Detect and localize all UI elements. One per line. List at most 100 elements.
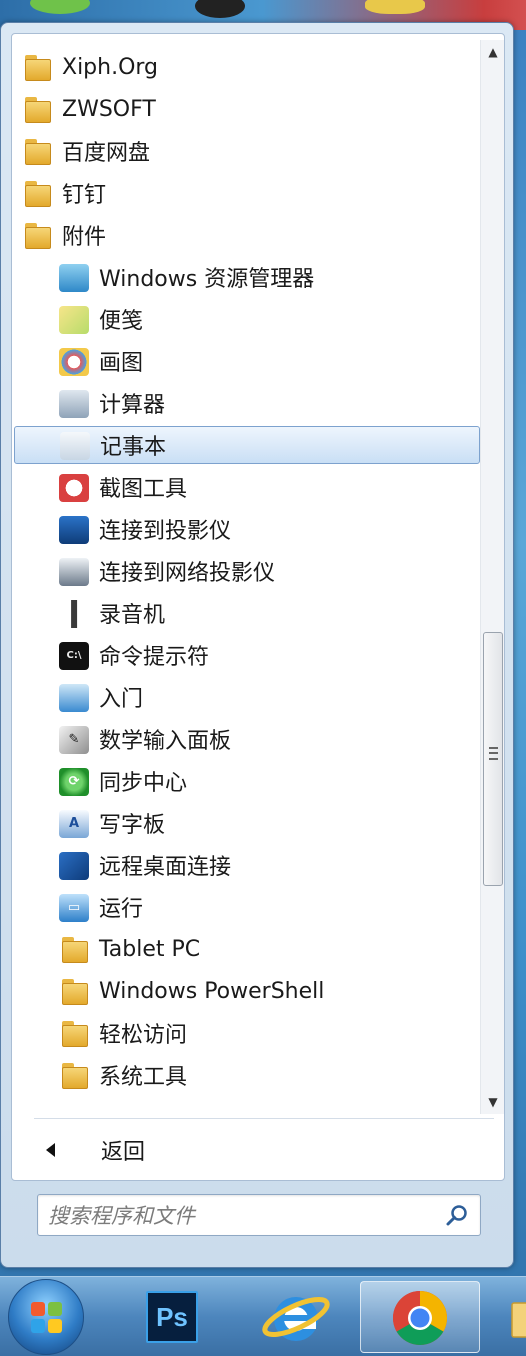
program-item[interactable]: ⟳ 同步中心 — [14, 762, 480, 800]
divider — [34, 1118, 494, 1119]
start-menu: Xiph.Org ZWSOFT 百度网盘钉钉附件 Windows 资源管理器 便笺画图计… — [0, 22, 514, 1268]
run-icon: ▭ — [59, 893, 89, 922]
item-label: 画图 — [99, 351, 144, 376]
taskbar-ie-button[interactable] — [256, 1281, 336, 1353]
item-label: 轻松访问 — [99, 1023, 188, 1048]
program-list: Xiph.Org ZWSOFT 百度网盘钉钉附件 Windows 资源管理器 便笺画图计… — [12, 34, 482, 1114]
scrollbar[interactable]: ▲ ▼ — [480, 40, 504, 1114]
folder-icon — [59, 934, 89, 964]
program-item[interactable]: C:\ 命令提示符 — [14, 636, 480, 674]
folder-icon — [22, 94, 52, 124]
item-label: 百度网盘 — [62, 141, 151, 166]
item-label: 记事本 — [100, 435, 167, 460]
search-icon[interactable] — [444, 1203, 470, 1229]
item-label: Xiph.Org — [62, 54, 159, 80]
start-orb-button[interactable] — [8, 1279, 84, 1355]
snipping-tool-icon — [59, 473, 89, 502]
remote-desktop-icon — [59, 851, 89, 880]
item-label: 写字板 — [99, 813, 166, 838]
scroll-thumb[interactable] — [483, 632, 503, 886]
getting-started-icon — [59, 683, 89, 712]
desktop-icon-shape — [195, 0, 245, 18]
paint-icon — [59, 347, 89, 376]
explorer-icon — [59, 263, 89, 292]
program-item[interactable]: 远程桌面连接 — [14, 846, 480, 884]
item-label: Windows PowerShell — [99, 978, 325, 1004]
projector-icon — [59, 515, 89, 544]
item-label: 附件 — [62, 225, 107, 250]
desktop-icon-shape — [30, 0, 90, 14]
math-input-icon: ✎ — [59, 725, 89, 754]
item-label: ZWSOFT — [62, 96, 156, 122]
item-label: Windows 资源管理器 — [99, 267, 315, 292]
program-item[interactable]: 记事本 — [14, 426, 480, 464]
program-item[interactable]: 连接到投影仪 — [14, 510, 480, 548]
program-item[interactable]: Windows 资源管理器 — [14, 258, 480, 296]
folder-item[interactable]: Tablet PC — [14, 930, 480, 968]
program-item[interactable]: 计算器 — [14, 384, 480, 422]
windows-logo-icon — [31, 1302, 63, 1334]
item-label: 数学输入面板 — [99, 729, 232, 754]
item-label: 命令提示符 — [99, 645, 210, 670]
taskbar-photoshop-button[interactable]: Ps — [140, 1281, 206, 1353]
search-box[interactable] — [37, 1194, 481, 1236]
item-label: 计算器 — [99, 393, 166, 418]
folder-item[interactable]: 轻松访问 — [14, 1014, 480, 1052]
folder-icon — [59, 1018, 89, 1048]
item-label: Tablet PC — [99, 936, 201, 962]
folder-icon — [22, 52, 52, 82]
program-item[interactable]: A 写字板 — [14, 804, 480, 842]
program-item[interactable]: 画图 — [14, 342, 480, 380]
item-label: 钉钉 — [62, 183, 107, 208]
microphone-icon — [59, 599, 89, 628]
folder-item[interactable]: Xiph.Org — [14, 48, 480, 86]
item-label: 连接到网络投影仪 — [99, 561, 276, 586]
program-item[interactable]: ✎ 数学输入面板 — [14, 720, 480, 758]
scroll-up-button[interactable]: ▲ — [481, 40, 505, 64]
folder-item[interactable]: 钉钉 — [14, 174, 480, 212]
folder-icon — [22, 220, 52, 250]
item-label: 运行 — [99, 897, 144, 922]
taskbar-chrome-button[interactable] — [360, 1281, 480, 1353]
program-item[interactable]: 录音机 — [14, 594, 480, 632]
folder-icon — [22, 136, 52, 166]
item-label: 同步中心 — [99, 771, 188, 796]
sync-center-icon: ⟳ — [59, 767, 89, 796]
search-input[interactable] — [48, 1201, 428, 1231]
item-label: 便笺 — [99, 309, 144, 334]
all-programs-pane: Xiph.Org ZWSOFT 百度网盘钉钉附件 Windows 资源管理器 便笺画图计… — [11, 33, 505, 1181]
desktop-icon-shape — [365, 0, 425, 14]
folder-item[interactable]: 系统工具 — [14, 1056, 480, 1094]
program-item[interactable]: ▭ 运行 — [14, 888, 480, 926]
item-label: 远程桌面连接 — [99, 855, 232, 880]
internet-explorer-icon — [262, 1297, 330, 1341]
back-button[interactable]: 返回 — [34, 1134, 145, 1166]
back-arrow-icon — [46, 1143, 55, 1157]
photoshop-icon: Ps — [146, 1291, 198, 1343]
program-item[interactable]: 便笺 — [14, 300, 480, 338]
folder-item[interactable]: ZWSOFT — [14, 90, 480, 128]
calculator-icon — [59, 389, 89, 418]
scroll-down-button[interactable]: ▼ — [481, 1090, 505, 1114]
grip-icon — [489, 747, 498, 760]
program-item[interactable]: 截图工具 — [14, 468, 480, 506]
folder-item[interactable]: Windows PowerShell — [14, 972, 480, 1010]
notepad-icon — [60, 431, 90, 460]
taskbar: Ps — [0, 1276, 526, 1356]
back-label: 返回 — [101, 1140, 146, 1165]
folder-icon — [59, 1060, 89, 1090]
chrome-icon — [392, 1291, 448, 1346]
folder-item[interactable]: 附件 — [14, 216, 480, 254]
taskbar-explorer-button[interactable] — [506, 1281, 526, 1353]
folder-icon — [59, 976, 89, 1006]
folder-item[interactable]: 百度网盘 — [14, 132, 480, 170]
wordpad-icon: A — [59, 809, 89, 838]
item-label: 连接到投影仪 — [99, 519, 232, 544]
item-label: 录音机 — [99, 603, 166, 628]
network-projector-icon — [59, 557, 89, 586]
program-item[interactable]: 连接到网络投影仪 — [14, 552, 480, 590]
command-prompt-icon: C:\ — [59, 641, 89, 670]
program-item[interactable]: 入门 — [14, 678, 480, 716]
folder-icon — [22, 178, 52, 208]
explorer-folder-icon — [511, 1302, 526, 1338]
